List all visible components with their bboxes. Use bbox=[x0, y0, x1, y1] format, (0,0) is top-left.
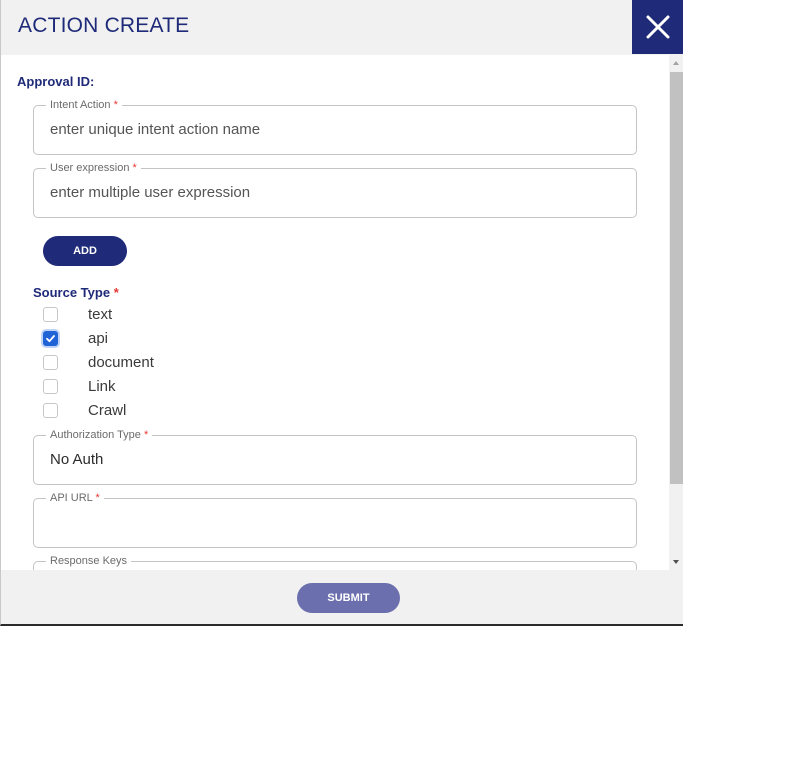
close-button[interactable] bbox=[632, 0, 683, 54]
close-icon bbox=[646, 15, 670, 39]
api-url-label: API URL * bbox=[46, 491, 104, 505]
scroll-up-arrow-icon[interactable] bbox=[673, 61, 679, 65]
authorization-type-value: No Auth bbox=[50, 451, 104, 468]
required-mark: * bbox=[132, 162, 137, 174]
intent-action-input[interactable]: enter unique intent action name bbox=[50, 121, 260, 138]
checkbox-label: document bbox=[88, 354, 154, 371]
required-mark: * bbox=[113, 99, 118, 111]
intent-action-label: Intent Action * bbox=[46, 98, 122, 112]
intent-action-field[interactable]: Intent Action * enter unique intent acti… bbox=[33, 98, 637, 155]
dialog-title: ACTION CREATE bbox=[18, 14, 190, 37]
checkbox-text[interactable] bbox=[43, 307, 58, 322]
scroll-down-arrow-icon[interactable] bbox=[673, 560, 679, 564]
required-mark: * bbox=[143, 429, 149, 441]
user-expression-label: User expression * bbox=[46, 161, 141, 175]
source-type-label: Source Type * bbox=[33, 285, 119, 300]
user-expression-field[interactable]: User expression * enter multiple user ex… bbox=[33, 161, 637, 218]
authorization-type-select[interactable]: Authorization Type * No Auth bbox=[33, 428, 637, 485]
required-mark: * bbox=[95, 492, 100, 504]
checkbox-label: text bbox=[88, 306, 113, 323]
dialog-header: ACTION CREATE bbox=[1, 0, 683, 55]
source-type-option-link[interactable]: Link bbox=[43, 377, 243, 397]
checkbox-document[interactable] bbox=[43, 355, 58, 370]
source-type-option-crawl[interactable]: Crawl bbox=[43, 401, 243, 421]
source-type-option-document[interactable]: document bbox=[43, 353, 243, 373]
checkbox-label: Crawl bbox=[88, 402, 127, 419]
checkbox-label: api bbox=[88, 330, 109, 347]
add-button[interactable]: ADD bbox=[43, 236, 127, 266]
source-type-option-api[interactable]: api bbox=[43, 329, 243, 349]
scrollbar-thumb[interactable] bbox=[670, 72, 683, 484]
checkbox-label: Link bbox=[88, 378, 116, 395]
approval-id-label: Approval ID: bbox=[17, 74, 95, 89]
authorization-type-label: Authorization Type * bbox=[46, 428, 153, 442]
api-url-field[interactable]: API URL * bbox=[33, 491, 637, 548]
dialog-body[interactable]: Approval ID: Intent Action * enter uniqu… bbox=[1, 55, 669, 570]
submit-button[interactable]: SUBMIT bbox=[297, 583, 400, 613]
required-mark: * bbox=[113, 285, 119, 300]
response-keys-field[interactable]: Response Keys bbox=[33, 554, 637, 570]
user-expression-input[interactable]: enter multiple user expression bbox=[50, 184, 250, 201]
checkbox-crawl[interactable] bbox=[43, 403, 58, 418]
dialog-footer: SUBMIT bbox=[1, 570, 683, 624]
response-keys-label: Response Keys bbox=[46, 554, 132, 568]
checkbox-api[interactable] bbox=[43, 331, 58, 346]
action-create-dialog: ACTION CREATE Approval ID: Intent Action… bbox=[0, 0, 683, 626]
vertical-scrollbar[interactable] bbox=[669, 55, 683, 570]
checkbox-link[interactable] bbox=[43, 379, 58, 394]
source-type-option-text[interactable]: text bbox=[43, 305, 243, 325]
check-icon bbox=[46, 335, 55, 343]
